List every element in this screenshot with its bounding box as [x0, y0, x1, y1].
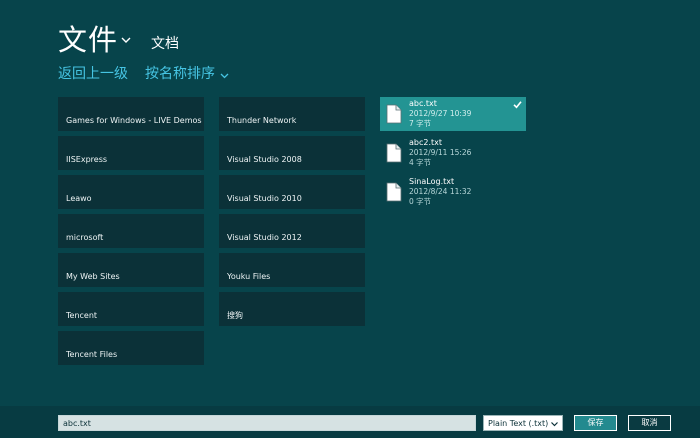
folder-tile[interactable]: Visual Studio 2008 [219, 136, 365, 170]
folder-tile[interactable]: 搜狗 [219, 292, 365, 326]
filetype-select[interactable]: Plain Text (.txt) [483, 415, 563, 431]
file-name: abc2.txt [409, 138, 443, 147]
folder-label: Visual Studio 2010 [227, 194, 302, 203]
folder-label: Tencent Files [66, 350, 118, 359]
chevron-down-icon[interactable] [219, 70, 230, 81]
folder-label: IISExpress [66, 155, 108, 164]
page-title: 文件 [58, 23, 119, 57]
file-date: 2012/8/24 11:32 [409, 187, 472, 196]
filetype-selected-label: Plain Text (.txt) [488, 419, 549, 428]
folder-tile[interactable]: IISExpress [58, 136, 204, 170]
file-date: 2012/9/11 15:26 [409, 148, 472, 157]
folder-label: 搜狗 [227, 311, 243, 320]
file-name: abc.txt [409, 99, 437, 108]
file-item[interactable]: SinaLog.txt 2012/8/24 11:32 0 字节 [380, 175, 526, 209]
folder-tile[interactable]: Thunder Network [219, 97, 365, 131]
file-item[interactable]: abc2.txt 2012/9/11 15:26 4 字节 [380, 136, 526, 170]
back-link[interactable]: 返回上一级 [58, 65, 128, 83]
folder-tile[interactable]: Youku Files [219, 253, 365, 287]
current-location[interactable]: 文档 [151, 35, 179, 53]
folder-label: Tencent [66, 311, 98, 320]
sort-by-name-link[interactable]: 按名称排序 [145, 65, 215, 83]
folder-label: Leawo [66, 194, 92, 203]
cancel-button[interactable]: 取消 [628, 415, 671, 431]
folder-tile[interactable]: Games for Windows - LIVE Demos [58, 97, 204, 131]
document-icon [386, 182, 402, 202]
filename-input[interactable] [58, 415, 476, 431]
folder-label: Thunder Network [227, 116, 297, 125]
folder-label: Youku Files [227, 272, 271, 281]
folder-label: microsoft [66, 233, 104, 242]
folder-tile[interactable]: Visual Studio 2010 [219, 175, 365, 209]
save-button[interactable]: 保存 [574, 415, 617, 431]
folder-label: My Web Sites [66, 272, 120, 281]
folder-label: Visual Studio 2008 [227, 155, 302, 164]
folder-tile[interactable]: microsoft [58, 214, 204, 248]
folder-label: Games for Windows - LIVE Demos [66, 116, 202, 125]
file-item-selected[interactable]: abc.txt 2012/9/27 10:39 7 字节 [380, 97, 526, 131]
document-icon [386, 143, 402, 163]
file-date: 2012/9/27 10:39 [409, 109, 472, 118]
folder-tile[interactable]: Tencent Files [58, 331, 204, 365]
file-size: 7 字节 [409, 119, 432, 128]
chevron-down-icon[interactable] [120, 34, 132, 46]
document-icon [386, 104, 402, 124]
file-picker: 文件 文档 返回上一级 按名称排序 Games for Windows - LI… [0, 0, 700, 438]
folder-tile[interactable]: My Web Sites [58, 253, 204, 287]
folder-tile[interactable]: Leawo [58, 175, 204, 209]
chevron-down-icon [551, 422, 558, 427]
folder-tile[interactable]: Tencent [58, 292, 204, 326]
folder-tile[interactable]: Visual Studio 2012 [219, 214, 365, 248]
folder-label: Visual Studio 2012 [227, 233, 302, 242]
file-size: 0 字节 [409, 197, 432, 206]
file-name: SinaLog.txt [409, 177, 455, 186]
file-size: 4 字节 [409, 158, 432, 167]
check-icon [513, 101, 522, 109]
